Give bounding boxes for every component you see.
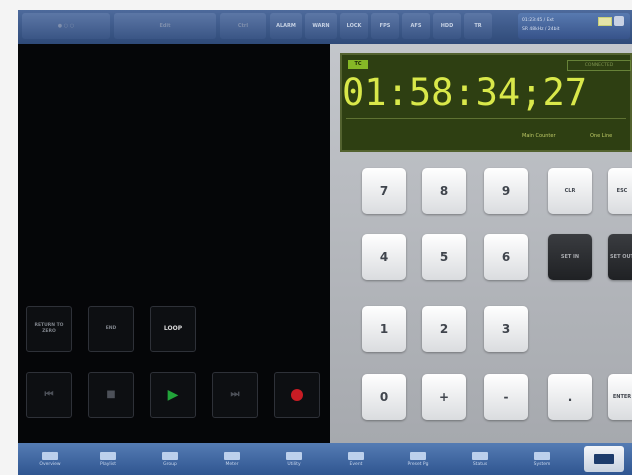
nav-event[interactable]: Event: [330, 446, 382, 472]
key-8[interactable]: 8: [422, 168, 466, 214]
hdd-indicator[interactable]: HDD: [433, 13, 461, 39]
timecode-mode-badge[interactable]: TC: [348, 60, 368, 69]
ctrl-button[interactable]: Ctrl: [220, 13, 266, 39]
lock-indicators-button[interactable]: ● ○ ○: [22, 13, 110, 39]
sample-rate-text: SR 48kHz / 24bit: [522, 27, 560, 32]
device-screen: ● ○ ○ Edit Ctrl ALARM WARN LOCK FPS AFS …: [18, 10, 632, 475]
stop-icon: ■: [106, 389, 116, 400]
event-icon: [348, 451, 364, 460]
stop-button[interactable]: ■: [88, 372, 134, 418]
key-0[interactable]: 0: [362, 374, 406, 420]
return-to-zero-label: RETURN TO ZERO: [34, 323, 64, 334]
loop-icon: LOOP: [163, 325, 183, 332]
status-info-panel: 01:23:45 / Ext SR 48kHz / 24bit: [518, 13, 630, 39]
rewind-icon: ⏮: [44, 389, 54, 400]
warn-indicator[interactable]: WARN: [305, 13, 337, 39]
display-divider: [346, 118, 626, 119]
nav-label: Meter: [225, 461, 239, 467]
fps-indicator[interactable]: FPS: [371, 13, 399, 39]
key-7[interactable]: 7: [362, 168, 406, 214]
window-icon: [614, 16, 624, 26]
rewind-button[interactable]: ⏮: [26, 372, 72, 418]
key-3[interactable]: 3: [484, 306, 528, 352]
key-4[interactable]: 4: [362, 234, 406, 280]
set-out-button[interactable]: SET OUT: [608, 234, 632, 280]
key-5[interactable]: 5: [422, 234, 466, 280]
nav-label: Group: [163, 461, 177, 467]
enter-button[interactable]: ENTER: [608, 374, 632, 420]
nav-label: Utility: [287, 461, 301, 467]
end-button[interactable]: END: [88, 306, 134, 352]
fast-forward-icon: ⏭: [230, 389, 240, 400]
meter-icon: [224, 451, 240, 460]
preset-icon: [410, 451, 426, 460]
afs-indicator[interactable]: AFS: [402, 13, 430, 39]
nav-label: Preset Pg: [407, 461, 429, 467]
nav-label: Event: [349, 461, 363, 467]
dot-key[interactable]: .: [548, 374, 592, 420]
nav-playlist[interactable]: Playlist: [82, 446, 134, 472]
return-to-zero-button[interactable]: RETURN TO ZERO: [26, 306, 72, 352]
record-button[interactable]: [274, 372, 320, 418]
keypad-mode-button[interactable]: [584, 446, 624, 472]
nav-label: Overview: [39, 461, 61, 467]
key-1[interactable]: 1: [362, 306, 406, 352]
system-icon: [534, 451, 550, 460]
main-counter-label[interactable]: Main Counter: [522, 133, 556, 139]
play-icon: ▶: [167, 387, 179, 403]
keyboard-icon: [594, 454, 614, 464]
key-2[interactable]: 2: [422, 306, 466, 352]
record-icon: [291, 389, 303, 401]
nav-overview[interactable]: Overview: [24, 446, 76, 472]
edit-button[interactable]: Edit: [114, 13, 216, 39]
locate-panel: TC CONNECTED 01:58:34;27 Main Counter On…: [330, 44, 632, 443]
plus-key[interactable]: +: [422, 374, 466, 420]
minus-key[interactable]: -: [484, 374, 528, 420]
battery-icon: [598, 17, 612, 26]
end-label: END: [105, 326, 117, 331]
timecode-readout: 01:58:34;27: [342, 71, 588, 114]
bottom-navigation-bar: Overview Playlist Group Meter Utility Ev…: [18, 443, 632, 475]
utility-icon: [286, 451, 302, 460]
lock-indicator[interactable]: LOCK: [340, 13, 368, 39]
connected-status: CONNECTED: [567, 60, 631, 71]
group-icon: [162, 451, 178, 460]
nav-group[interactable]: Group: [144, 446, 196, 472]
overview-icon: [42, 451, 58, 460]
clear-button[interactable]: CLR: [548, 168, 592, 214]
top-status-bar: ● ○ ○ Edit Ctrl ALARM WARN LOCK FPS AFS …: [18, 10, 632, 44]
status-icon: [472, 451, 488, 460]
nav-meter[interactable]: Meter: [206, 446, 258, 472]
tr-indicator[interactable]: TR: [464, 13, 492, 39]
playlist-icon: [100, 451, 116, 460]
nav-label: System: [533, 461, 551, 467]
nav-status[interactable]: Status: [454, 446, 506, 472]
alarm-indicator[interactable]: ALARM: [270, 13, 302, 39]
clock-source-text: 01:23:45 / Ext: [522, 18, 554, 23]
loop-button[interactable]: LOOP: [150, 306, 196, 352]
key-9[interactable]: 9: [484, 168, 528, 214]
set-in-button[interactable]: SET IN: [548, 234, 592, 280]
nav-system[interactable]: System: [516, 446, 568, 472]
nav-label: Status: [472, 461, 488, 467]
transport-panel: RETURN TO ZERO END LOOP ⏮ ■ ▶ ⏭: [18, 44, 330, 443]
timecode-display: TC CONNECTED 01:58:34;27 Main Counter On…: [340, 53, 632, 152]
fast-forward-button[interactable]: ⏭: [212, 372, 258, 418]
key-6[interactable]: 6: [484, 234, 528, 280]
one-line-label[interactable]: One Line: [590, 133, 612, 139]
nav-utility[interactable]: Utility: [268, 446, 320, 472]
escape-button[interactable]: ESC: [608, 168, 632, 214]
play-button[interactable]: ▶: [150, 372, 196, 418]
nav-preset[interactable]: Preset Pg: [392, 446, 444, 472]
nav-label: Playlist: [100, 461, 116, 467]
